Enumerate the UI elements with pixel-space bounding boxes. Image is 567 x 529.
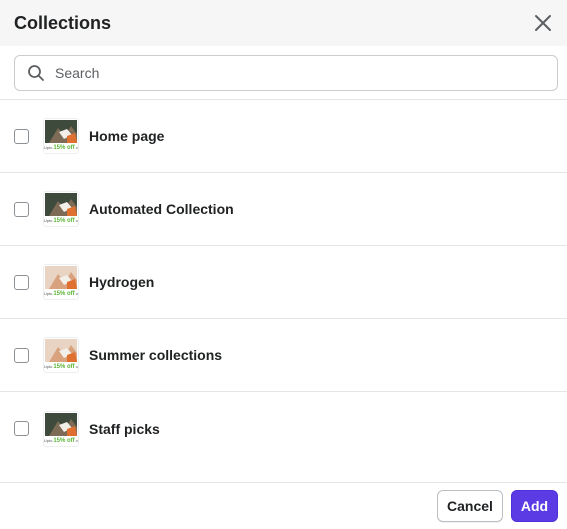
cancel-button[interactable]: Cancel <box>437 490 503 522</box>
modal-title: Collections <box>14 12 112 33</box>
collection-thumbnail: Upto15% offon <box>43 337 79 373</box>
collection-label: Automated Collection <box>89 201 234 217</box>
collection-thumbnail: Upto15% offon <box>43 264 79 300</box>
modal-footer: Cancel Add <box>0 482 567 529</box>
collection-label: Home page <box>89 128 165 144</box>
collection-checkbox[interactable] <box>14 201 29 217</box>
list-item[interactable]: Upto15% offon Automated Collection <box>0 173 567 246</box>
collection-thumbnail: Upto15% offon <box>43 118 79 154</box>
collection-label: Staff picks <box>89 420 160 437</box>
collection-checkbox[interactable] <box>14 421 29 436</box>
thumbnail-caption: Upto15% offon <box>43 291 78 297</box>
thumbnail-caption: Upto15% offon <box>43 145 78 151</box>
list-item[interactable]: Upto15% offon Staff picks <box>0 392 567 465</box>
thumbnail-photo <box>45 193 77 216</box>
collection-label: Summer collections <box>89 347 223 363</box>
collection-checkbox[interactable] <box>14 128 29 144</box>
thumbnail-photo <box>45 412 77 436</box>
thumbnail-photo <box>45 339 77 362</box>
collection-label: Hydrogen <box>89 274 155 290</box>
thumbnail-photo <box>45 120 77 143</box>
list-item[interactable]: Upto15% offon Home page <box>0 100 567 173</box>
thumbnail-photo <box>45 266 77 289</box>
collection-thumbnail: Upto15% offon <box>43 191 79 227</box>
search-field[interactable] <box>14 55 558 91</box>
thumbnail-caption: Upto15% offon <box>43 218 78 224</box>
collections-modal: Collections Upto15% offonHome pageUpto15… <box>0 0 567 529</box>
collection-checkbox[interactable] <box>14 347 29 363</box>
add-button[interactable]: Add <box>511 490 558 522</box>
close-icon <box>535 15 551 31</box>
search-input[interactable] <box>53 64 537 82</box>
collection-list: Upto15% offon Home page Upto15% offon Autom… <box>0 99 567 465</box>
modal-header: Collections <box>0 0 567 46</box>
search-container <box>0 46 567 99</box>
collection-checkbox[interactable] <box>14 274 29 290</box>
thumbnail-caption: Upto15% offon <box>43 437 78 444</box>
list-item[interactable]: Upto15% offon Summer collections <box>0 319 567 392</box>
collection-thumbnail: Upto15% offon <box>43 410 79 447</box>
close-button[interactable] <box>531 11 555 35</box>
search-icon <box>28 65 44 81</box>
thumbnail-caption: Upto15% offon <box>43 364 78 370</box>
list-item[interactable]: Upto15% offon Hydrogen <box>0 246 567 319</box>
